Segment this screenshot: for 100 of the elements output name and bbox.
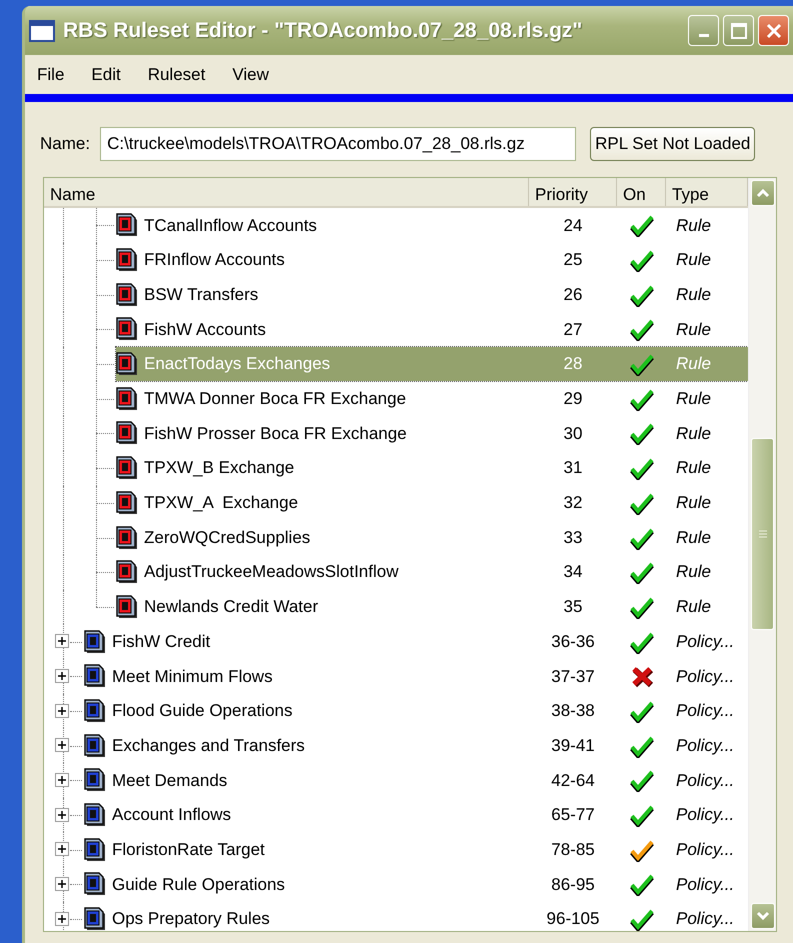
- scroll-down-button[interactable]: [751, 903, 775, 929]
- column-header[interactable]: Name: [44, 178, 529, 206]
- expander-icon[interactable]: [55, 704, 69, 718]
- document-icon: [116, 386, 140, 411]
- name-field[interactable]: C:\truckee\models\TROA\TROAcombo.07_28_08.rls.gz: [100, 127, 576, 161]
- tree-row[interactable]: FishW Prosser Boca FR Exchange 30 Rule: [116, 416, 748, 451]
- rule-name: Meet Minimum Flows: [112, 666, 274, 688]
- expander-icon[interactable]: [55, 912, 69, 926]
- maximize-button[interactable]: [723, 15, 754, 46]
- document-icon: [84, 768, 108, 792]
- priority-value: 86-95: [550, 874, 596, 896]
- document-icon: [84, 734, 108, 758]
- rule-name: TPXW_B Exchange: [144, 457, 296, 480]
- expander-icon[interactable]: [55, 634, 69, 648]
- document-icon: [84, 872, 108, 896]
- tree-row[interactable]: FloristonRate Target 78-85 Policy...: [84, 832, 748, 868]
- tree-row[interactable]: TPXW_A Exchange 32 Rule: [116, 486, 748, 520]
- priority-value: 24: [562, 214, 584, 237]
- tree-row[interactable]: Ops Prepatory Rules 96-105 Policy...: [84, 902, 748, 931]
- type-value: Rule: [675, 214, 712, 237]
- rule-name: ZeroWQCredSupplies: [144, 526, 312, 549]
- document-icon: [116, 560, 140, 584]
- priority-value: 39-41: [550, 734, 596, 757]
- priority-value: 36-36: [550, 630, 596, 653]
- type-value: Rule: [675, 318, 712, 341]
- tree-row[interactable]: FishW Credit 36-36 Policy...: [84, 624, 748, 659]
- priority-value: 25: [562, 249, 584, 272]
- rule-name: FishW Prosser Boca FR Exchange: [144, 422, 408, 445]
- tree-row[interactable]: TCanalInflow Accounts 24 Rule: [116, 208, 748, 243]
- scrollbar-thumb[interactable]: [751, 438, 774, 630]
- rpl-set-button[interactable]: RPL Set Not Loaded: [590, 127, 756, 161]
- menu-item[interactable]: Edit: [91, 62, 136, 88]
- expander-icon[interactable]: [55, 808, 69, 822]
- column-header[interactable]: Priority: [529, 178, 617, 206]
- tree-row[interactable]: AdjustTruckeeMeadowsSlotInflow 34 Rule: [116, 554, 748, 590]
- type-value: Rule: [675, 249, 712, 272]
- expander-icon[interactable]: [55, 842, 69, 856]
- type-value: Rule: [675, 422, 712, 445]
- rule-name: TMWA Donner Boca FR Exchange: [144, 388, 408, 410]
- priority-value: 37-37: [550, 666, 596, 688]
- type-value: Rule: [675, 526, 712, 549]
- tree-row[interactable]: FRInflow Accounts 25 Rule: [116, 242, 748, 278]
- scrollbar-track[interactable]: [748, 178, 776, 931]
- grip-icon: [758, 529, 768, 539]
- type-value: Rule: [675, 457, 712, 480]
- priority-value: 30: [562, 422, 584, 445]
- close-icon: [764, 22, 782, 40]
- expander-icon[interactable]: [55, 877, 69, 892]
- type-value: Policy...: [675, 630, 736, 653]
- tree-row[interactable]: TMWA Donner Boca FR Exchange 29 Rule: [116, 381, 748, 416]
- minimize-button[interactable]: [688, 15, 719, 46]
- type-value: Policy...: [675, 804, 736, 826]
- rule-name: Exchanges and Transfers: [112, 734, 306, 757]
- document-icon: [116, 421, 140, 446]
- document-icon: [116, 526, 140, 550]
- rule-name: AdjustTruckeeMeadowsSlotInflow: [144, 561, 400, 584]
- menu-item[interactable]: File: [37, 62, 80, 88]
- priority-value: 42-64: [550, 770, 596, 792]
- tree-row[interactable]: Newlands Credit Water 35 Rule: [116, 590, 748, 624]
- expander-icon[interactable]: [55, 738, 69, 752]
- type-value: Policy...: [675, 770, 736, 792]
- priority-value: 32: [562, 492, 584, 514]
- document-icon: [84, 907, 108, 931]
- window-icon: [29, 20, 55, 42]
- expander-icon[interactable]: [55, 668, 69, 683]
- type-value: Rule: [675, 492, 712, 514]
- rule-name: BSW Transfers: [144, 284, 260, 306]
- tree-row[interactable]: Exchanges and Transfers 39-41 Policy...: [84, 728, 748, 763]
- close-button[interactable]: [758, 15, 789, 46]
- scroll-up-button[interactable]: [751, 180, 775, 206]
- tree-row[interactable]: Meet Demands 42-64 Policy...: [84, 763, 748, 798]
- rule-name: Newlands Credit Water: [144, 596, 320, 618]
- tree-row[interactable]: Account Inflows 65-77 Policy...: [84, 798, 748, 832]
- document-icon: [116, 213, 140, 238]
- priority-value: 29: [562, 388, 584, 410]
- tree-row[interactable]: ZeroWQCredSupplies 33 Rule: [116, 520, 748, 555]
- rule-name: FishW Credit: [112, 630, 212, 653]
- rule-name: FloristonRate Target: [112, 838, 266, 861]
- document-icon: [84, 838, 108, 862]
- tree-row[interactable]: Guide Rule Operations 86-95 Policy...: [84, 867, 748, 902]
- tree-row[interactable]: Flood Guide Operations 38-38 Policy...: [84, 694, 748, 728]
- caret-down-icon: [756, 911, 770, 921]
- document-icon: [116, 456, 140, 480]
- priority-value: 28: [562, 353, 584, 376]
- menu-item[interactable]: View: [232, 62, 284, 88]
- expander-icon[interactable]: [55, 773, 69, 787]
- type-value: Policy...: [675, 666, 736, 688]
- rule-name: TPXW_A Exchange: [144, 492, 300, 514]
- priority-value: 27: [562, 318, 584, 341]
- tree-row[interactable]: FishW Accounts 27 Rule: [116, 312, 748, 347]
- menu-item[interactable]: Ruleset: [148, 62, 220, 88]
- priority-value: 34: [562, 561, 584, 584]
- tree-row[interactable]: TPXW_B Exchange 31 Rule: [116, 450, 748, 486]
- rule-name: FishW Accounts: [144, 318, 267, 341]
- maximize-icon: [730, 22, 748, 40]
- rule-name: TCanalInflow Accounts: [144, 214, 318, 237]
- type-value: Policy...: [675, 700, 736, 722]
- tree-row[interactable]: Meet Minimum Flows 37-37 Policy...: [84, 658, 748, 694]
- column-header[interactable]: On: [617, 178, 666, 206]
- tree-row[interactable]: BSW Transfers 26 Rule: [116, 277, 748, 312]
